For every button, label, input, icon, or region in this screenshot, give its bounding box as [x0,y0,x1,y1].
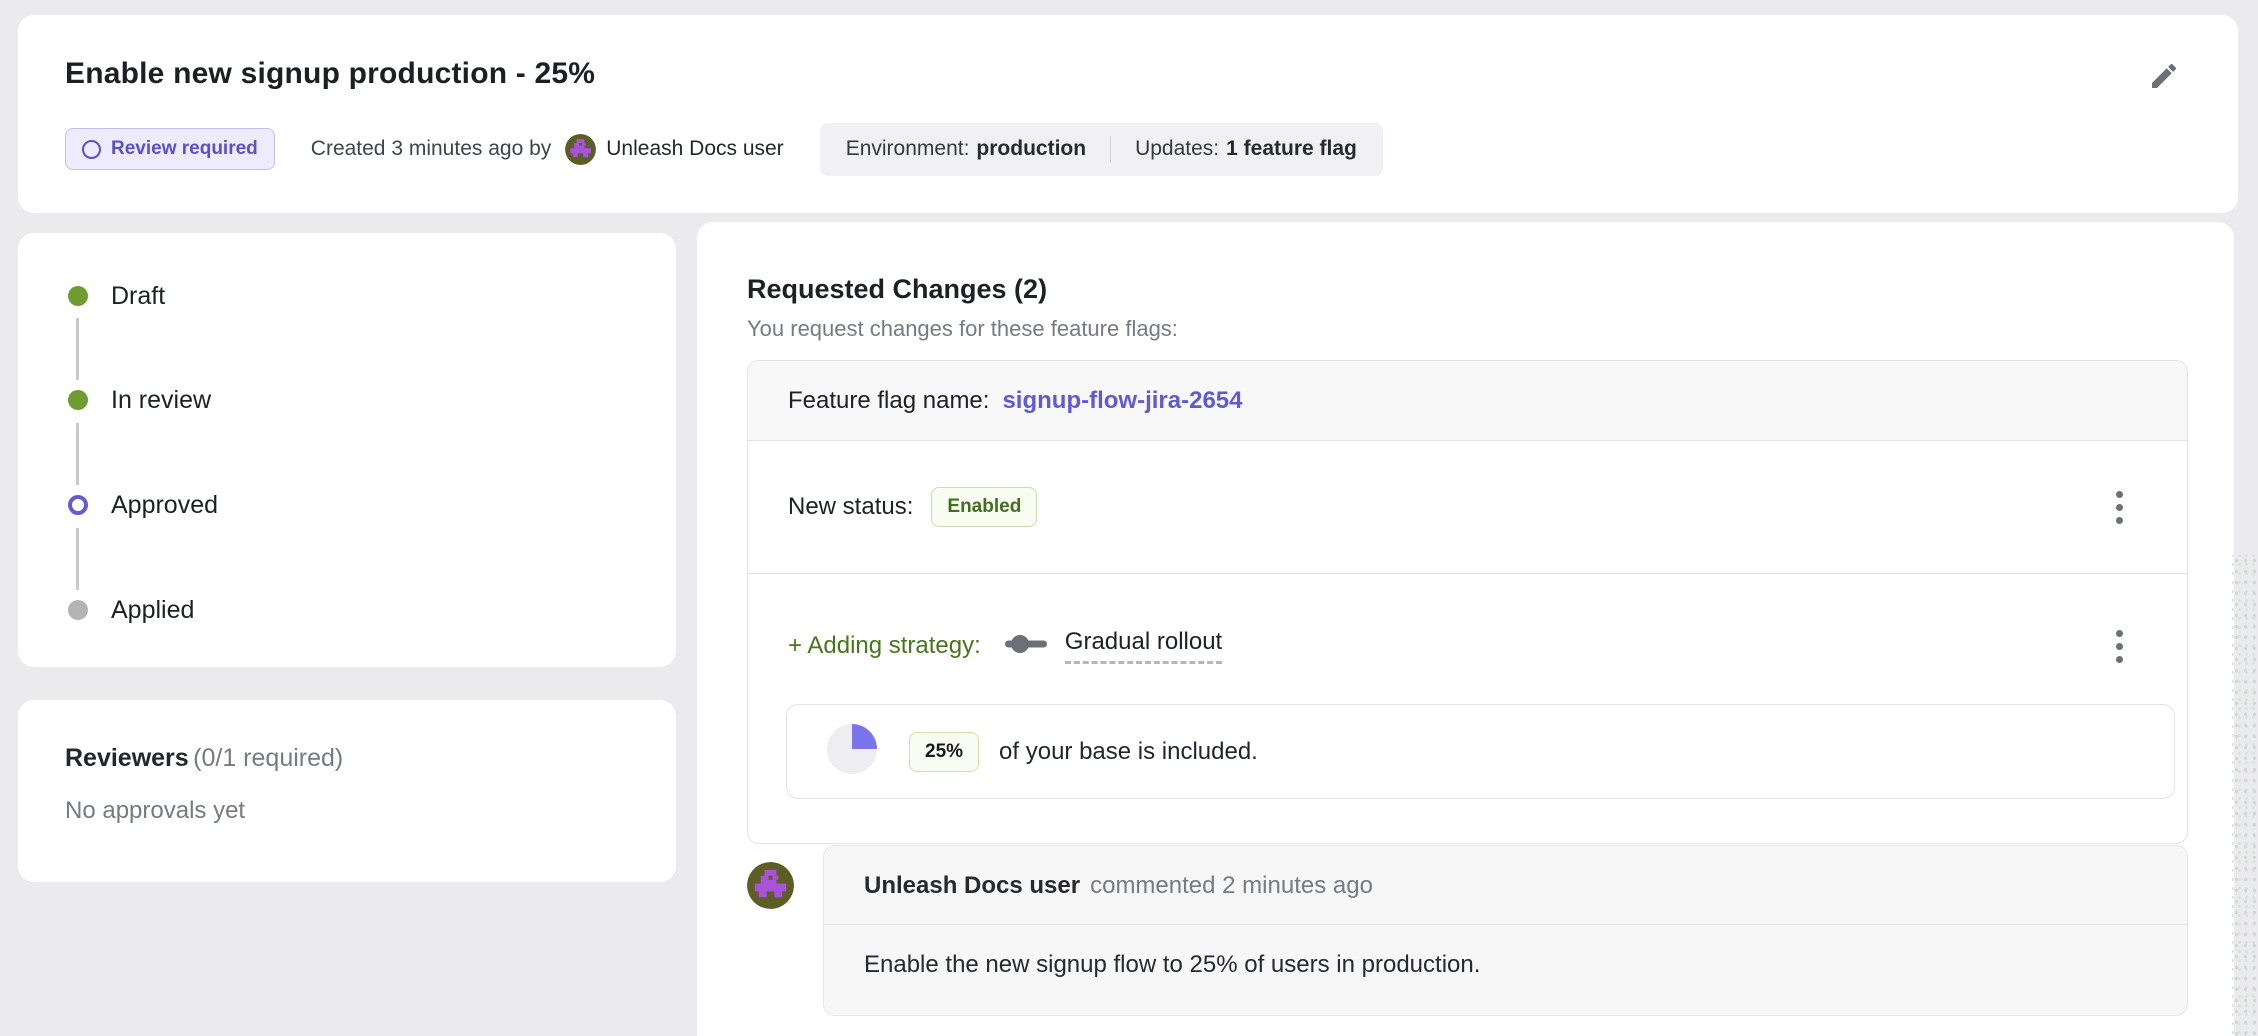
reviewers-card: Reviewers (0/1 required) No approvals ye… [18,700,676,882]
divider [1110,136,1111,163]
adding-strategy-row: + Adding strategy: Gradual rollout [748,574,2187,843]
pencil-icon [2148,60,2180,95]
enabled-status-badge: Enabled [931,487,1037,527]
comment-author: Unleash Docs user [864,872,1080,900]
timeline-connector [76,528,79,590]
comment-meta: commented 2 minutes ago [1090,872,1373,900]
flag-name-link[interactable]: signup-flow-jira-2654 [1002,387,1242,415]
timeline-step-in-review: In review [68,390,211,410]
environment-label: Environment: [846,137,970,161]
flag-name-label: Feature flag name: [788,387,989,415]
timeline-card: Draft In review Approved Applied [18,233,676,667]
timeline-step-label: Draft [111,282,165,311]
updates-value: 1 feature flag [1226,137,1357,161]
pie-chart-icon [825,722,879,781]
comment-card: Unleash Docs user commented 2 minutes ag… [823,845,2188,1016]
step-done-dot-icon [68,286,88,306]
feature-flag-change-card: Feature flag name: signup-flow-jira-2654… [747,360,2188,844]
requested-changes-title: Requested Changes (2) [747,274,1047,305]
timeline-step-draft: Draft [68,286,165,306]
avatar-robot-icon [747,862,794,909]
ring-icon [82,140,101,159]
reviewers-heading: Reviewers (0/1 required) [65,744,629,773]
change-request-page: Enable new signup production - 25% Revie… [0,0,2258,1036]
timeline-connector [76,423,79,485]
updates-label: Updates: [1135,137,1219,161]
step-current-ring-icon [68,495,88,515]
change-request-header: Enable new signup production - 25% Revie… [18,15,2238,213]
environment-summary: Environment: production Updates: 1 featu… [820,123,1383,176]
avatar-robot-icon [565,134,596,165]
author-avatar [565,134,596,165]
flag-card-header: Feature flag name: signup-flow-jira-2654 [748,361,2187,441]
step-done-dot-icon [68,390,88,410]
adding-strategy-label: + Adding strategy: [788,632,981,660]
requested-changes-panel: Requested Changes (2) You request change… [697,222,2234,1036]
step-pending-dot-icon [68,600,88,620]
rollout-summary-card: 25% of your base is included. [786,704,2175,799]
rollout-description: of your base is included. [999,738,1258,766]
created-text: Created 3 minutes ago by [311,137,551,161]
new-status-label: New status: [788,493,913,521]
rollout-percentage-chip: 25% [909,732,979,772]
status-kebab-menu-icon[interactable] [2106,487,2132,527]
timeline-step-applied: Applied [68,600,194,620]
strategy-kebab-menu-icon[interactable] [2106,626,2132,666]
comment-header: Unleash Docs user commented 2 minutes ag… [824,846,2187,925]
gradual-rollout-icon [1003,633,1049,660]
page-title: Enable new signup production - 25% [65,57,595,91]
status-badge: Review required [65,128,275,170]
timeline-step-approved: Approved [68,495,218,515]
timeline-step-label: Approved [111,491,218,520]
reviewers-requirement: (0/1 required) [193,744,343,772]
strategy-line: + Adding strategy: Gradual rollout [788,626,2132,666]
environment-value: production [976,137,1086,161]
strategy-name[interactable]: Gradual rollout [1065,628,1222,664]
author-name: Unleash Docs user [606,137,783,161]
reviewers-title: Reviewers [65,744,189,772]
background-texture [2232,555,2258,1036]
timeline-step-label: Applied [111,596,194,625]
no-approvals-text: No approvals yet [65,797,629,825]
edit-title-button[interactable] [2142,55,2186,99]
comment-body: Enable the new signup flow to 25% of use… [824,925,2187,1015]
status-badge-label: Review required [111,138,258,160]
commenter-avatar [747,862,794,909]
new-status-row: New status: Enabled [748,441,2187,574]
requested-changes-subtitle: You request changes for these feature fl… [747,316,1178,342]
header-meta-row: Review required Created 3 minutes ago by [65,121,1383,177]
timeline-step-label: In review [111,386,211,415]
timeline-connector [76,318,79,380]
